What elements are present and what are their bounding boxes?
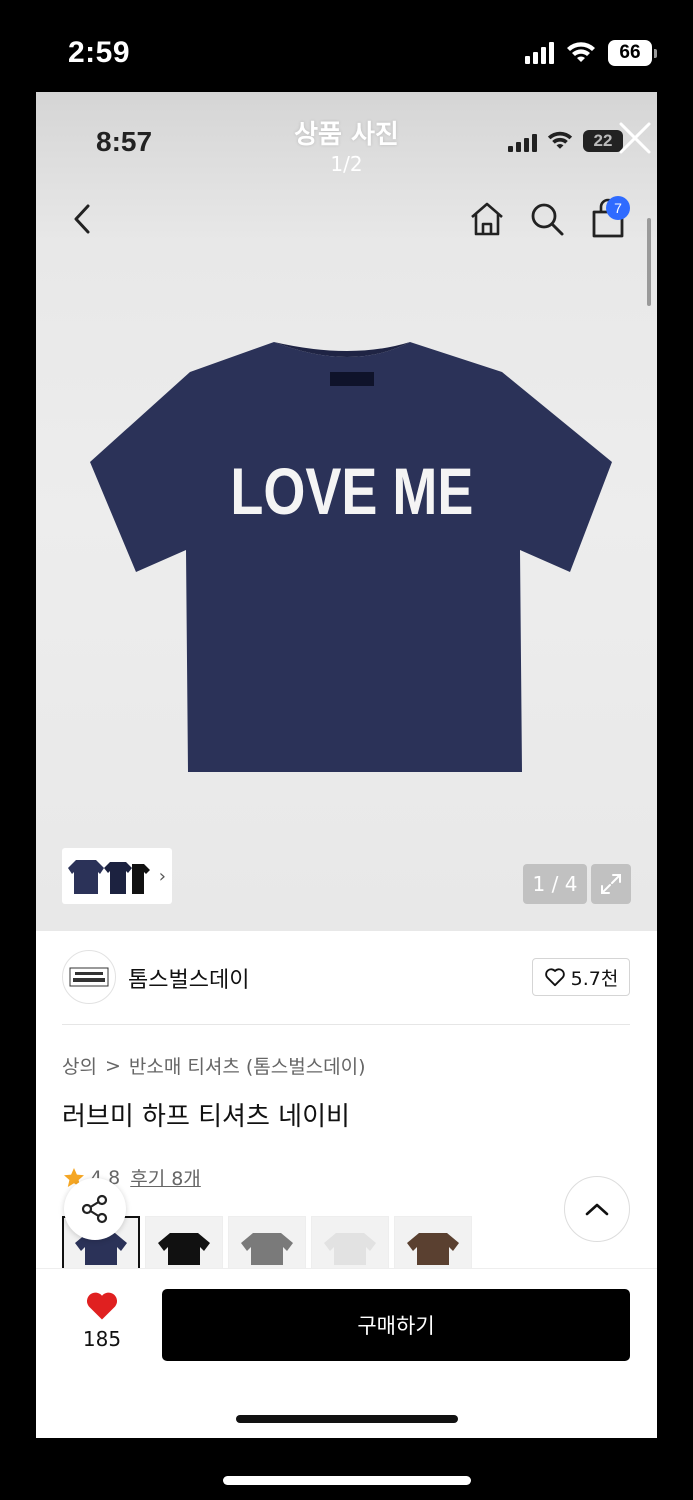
inner-home-indicator (236, 1415, 458, 1423)
share-button[interactable] (64, 1178, 126, 1240)
color-swatch (407, 1233, 459, 1265)
close-icon[interactable] (617, 120, 653, 156)
search-icon[interactable] (528, 200, 566, 238)
battery-level: 66 (608, 40, 652, 66)
share-icon (81, 1194, 108, 1224)
buy-button[interactable]: 구매하기 (162, 1289, 630, 1361)
breadcrumb-category[interactable]: 상의 (62, 1052, 97, 1079)
image-counter: 1 / 4 (523, 864, 587, 904)
outer-clock: 2:59 (68, 36, 131, 69)
color-option[interactable] (394, 1216, 472, 1268)
chevron-right-icon[interactable]: › (159, 866, 166, 887)
outer-status-bar: 2:59 66 (0, 0, 693, 92)
breadcrumb: 상의 > 반소매 티셔츠 (톰스벌스데이) (62, 1052, 366, 1079)
signal-icon (525, 42, 554, 64)
viewer-counter: 1/2 (330, 152, 363, 176)
breadcrumb-subcategory[interactable]: 반소매 티셔츠 (톰스벌스데이) (129, 1052, 366, 1079)
wish-count: 185 (82, 1327, 122, 1351)
chevron-up-icon (585, 1203, 609, 1216)
heart-outline-icon (544, 968, 565, 987)
brand-row: 톰스벌스데이 5.7천 (62, 950, 630, 1004)
scroll-top-button[interactable] (564, 1176, 630, 1242)
color-option[interactable] (228, 1216, 306, 1268)
color-options (62, 1216, 472, 1268)
color-option[interactable] (311, 1216, 389, 1268)
thumbnail-image (68, 860, 150, 894)
expand-icon (601, 874, 621, 894)
wifi-icon (567, 42, 595, 62)
back-icon[interactable] (70, 200, 96, 238)
color-swatch (324, 1233, 376, 1265)
home-icon[interactable] (468, 200, 506, 238)
expand-button[interactable] (591, 864, 631, 904)
cart-count-badge: 7 (606, 196, 630, 220)
outer-status-icons: 66 (525, 40, 657, 66)
color-swatch (241, 1233, 293, 1265)
wish-button[interactable]: 185 (80, 1289, 124, 1351)
shirt-print-text: LOVE ME (230, 454, 473, 528)
divider (62, 1024, 630, 1025)
thumbnail-strip[interactable]: › (62, 848, 172, 904)
scrollbar (647, 218, 651, 306)
brand-like-count: 5.7천 (570, 967, 619, 990)
breadcrumb-separator: > (104, 1054, 121, 1077)
heart-filled-icon (86, 1292, 118, 1320)
product-title: 러브미 하프 티셔츠 네이비 (62, 1102, 350, 1132)
screenshot-frame: 8:57 22 상품 사진 1/2 7 LOVE ME › 1 / 4 톰스벌스… (36, 92, 657, 1438)
battery-icon: 66 (608, 40, 657, 66)
viewer-title: 상품 사진 (294, 120, 399, 150)
product-image-viewer[interactable]: 8:57 22 상품 사진 1/2 7 LOVE ME › 1 / 4 (36, 92, 657, 931)
brand-name[interactable]: 톰스벌스데이 (128, 962, 249, 994)
review-link[interactable]: 후기 8개 (130, 1164, 201, 1191)
product-main-image: LOVE ME (90, 342, 612, 772)
brand-logo[interactable] (62, 950, 116, 1004)
color-swatch (158, 1233, 210, 1265)
bottom-purchase-bar: 185 구매하기 (36, 1268, 657, 1438)
home-indicator (223, 1476, 471, 1485)
brand-logo-image (69, 967, 109, 987)
color-option[interactable] (145, 1216, 223, 1268)
brand-like-button[interactable]: 5.7천 (532, 958, 630, 996)
